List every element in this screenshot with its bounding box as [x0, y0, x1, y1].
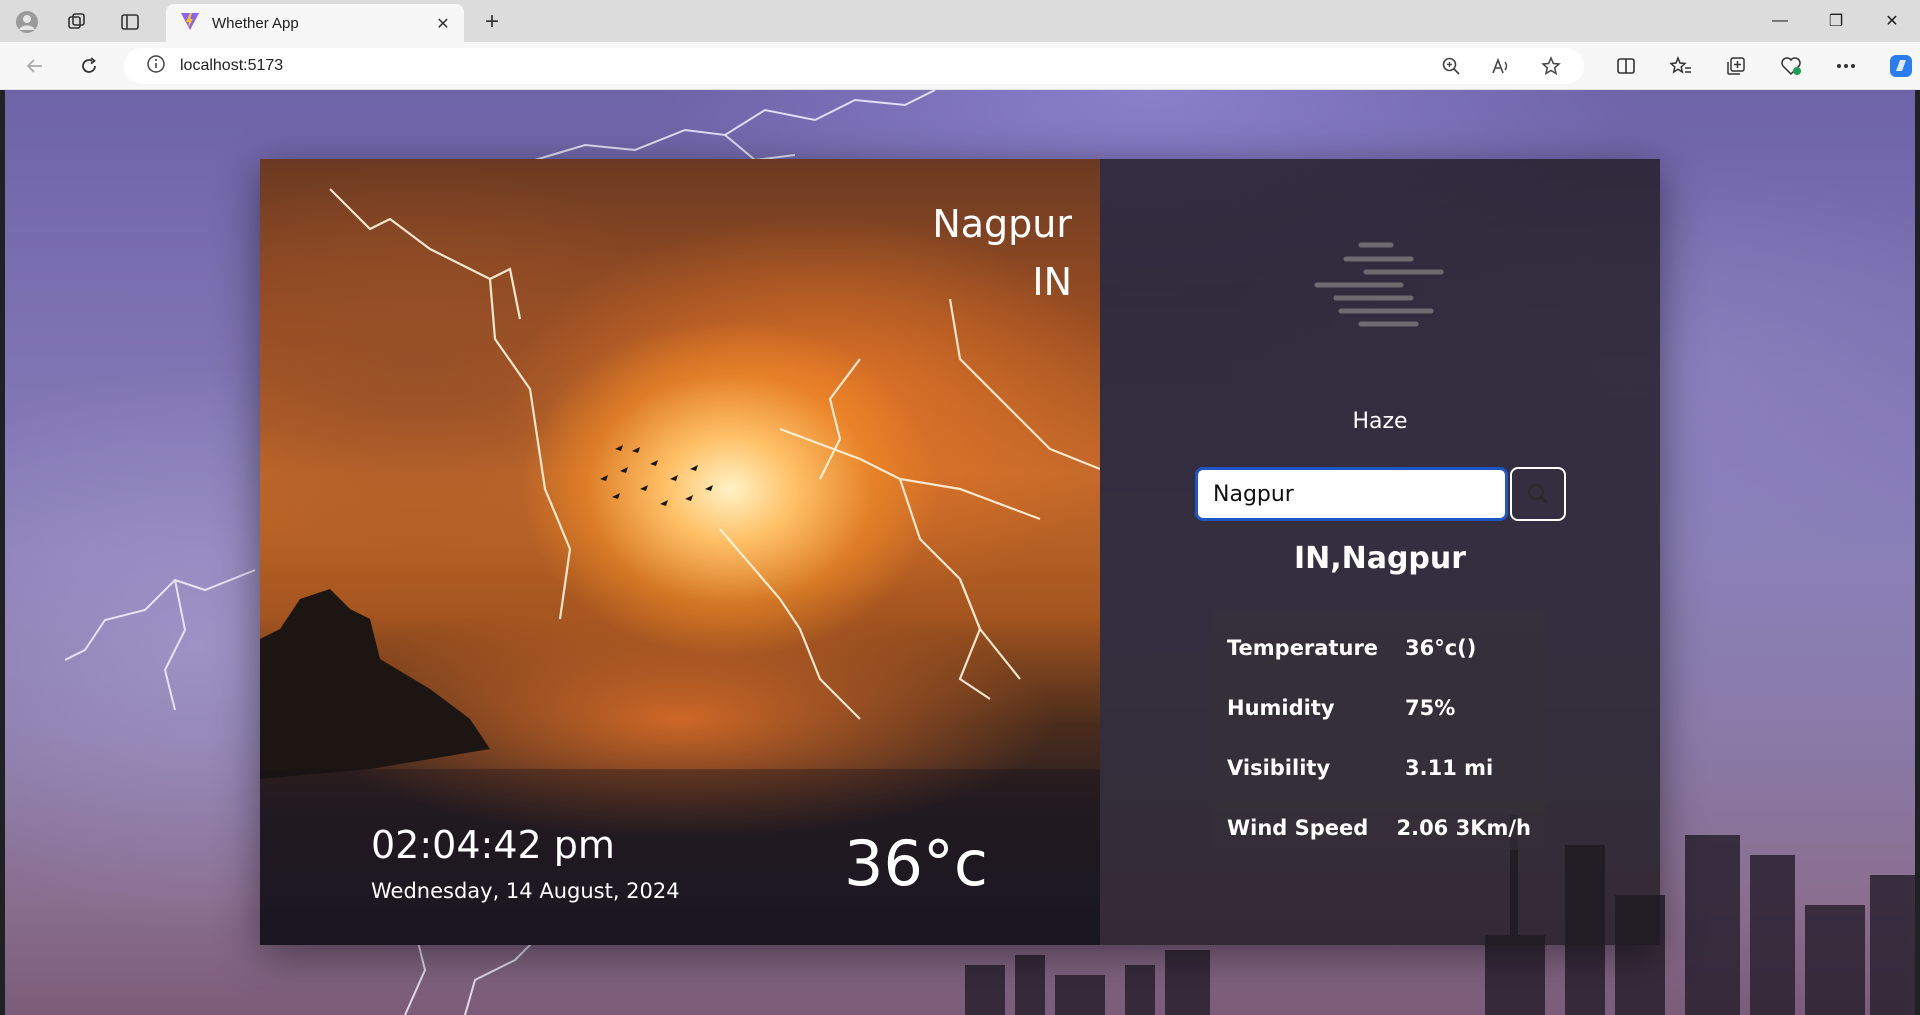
browser-tabstrip: Whether App ✕ + — ❐ ✕: [0, 0, 1920, 42]
search-icon: [1527, 483, 1548, 504]
vite-favicon-icon: [180, 11, 200, 35]
read-aloud-icon[interactable]: [1484, 51, 1518, 81]
profile-icon[interactable]: [14, 9, 40, 35]
address-bar[interactable]: localhost:5173: [124, 48, 1584, 84]
stat-label: Temperature: [1227, 636, 1379, 660]
restore-button[interactable]: ❐: [1808, 0, 1864, 42]
background-lightning-left-icon: [65, 569, 256, 711]
close-tab-icon[interactable]: ✕: [432, 12, 454, 34]
city-search-input[interactable]: [1195, 467, 1508, 521]
stat-row-wind-speed: Wind Speed 2.06 3Km/h: [1227, 798, 1531, 858]
stat-value: 75%: [1405, 696, 1456, 720]
close-window-button[interactable]: ✕: [1864, 0, 1920, 42]
favorites-icon[interactable]: [1653, 48, 1708, 84]
search-form: [1195, 467, 1566, 521]
background-lightning-icon: [534, 90, 936, 162]
search-button[interactable]: [1510, 467, 1566, 521]
page-viewport: Nagpur IN 02:04:42 pm Wednesday, 14 Augu…: [5, 90, 1915, 1015]
city-name: Nagpur: [932, 202, 1072, 246]
url-text[interactable]: localhost:5173: [180, 57, 1434, 75]
current-temperature: 36°c: [844, 827, 988, 900]
stat-value: 2.06 3Km/h: [1396, 816, 1531, 840]
country-code: IN: [1032, 260, 1072, 304]
weather-stats-table: Temperature 36°c() Humidity 75% Visibili…: [1213, 610, 1545, 850]
city-country-label: Nagpur IN: [932, 195, 1072, 311]
current-date: Wednesday, 14 August, 2024: [371, 879, 680, 903]
collections-icon[interactable]: [1708, 48, 1763, 84]
zoom-icon[interactable]: [1434, 51, 1468, 81]
stat-row-temperature: Temperature 36°c(): [1227, 618, 1531, 678]
weather-hero-panel: Nagpur IN 02:04:42 pm Wednesday, 14 Augu…: [260, 159, 1100, 945]
location-heading: IN,Nagpur: [1293, 541, 1467, 576]
workspaces-icon[interactable]: [64, 9, 90, 35]
current-time: 02:04:42 pm: [371, 823, 615, 867]
refresh-icon[interactable]: [73, 50, 105, 82]
browser-toolbar: localhost:5173: [0, 42, 1920, 90]
stat-row-humidity: Humidity 75%: [1227, 678, 1531, 738]
favorite-star-icon[interactable]: [1534, 51, 1568, 81]
copilot-icon[interactable]: [1873, 48, 1920, 84]
stat-row-visibility: Visibility 3.11 mi: [1227, 738, 1531, 798]
weather-condition: Haze: [1352, 409, 1408, 434]
window-controls: — ❐ ✕: [1752, 0, 1920, 42]
browser-right-tools: [1598, 48, 1920, 84]
split-screen-icon[interactable]: [1598, 48, 1653, 84]
weather-app-card: Nagpur IN 02:04:42 pm Wednesday, 14 Augu…: [260, 159, 1660, 945]
haze-icon: [1314, 242, 1444, 327]
stat-label: Visibility: [1227, 756, 1331, 780]
stat-label: Humidity: [1227, 696, 1335, 720]
browser-essentials-icon[interactable]: [1763, 48, 1818, 84]
stat-value: 36°c(): [1405, 636, 1477, 660]
weather-details-panel: Haze IN,Nagpur Temperature 36°c() Humidi…: [1100, 159, 1660, 945]
minimize-button[interactable]: —: [1752, 0, 1808, 42]
vertical-tabs-icon[interactable]: [117, 9, 143, 35]
site-info-icon[interactable]: [146, 54, 166, 78]
active-tab[interactable]: Whether App ✕: [166, 4, 464, 42]
stat-label: Wind Speed: [1227, 816, 1369, 840]
new-tab-button[interactable]: +: [478, 8, 506, 36]
more-options-icon[interactable]: [1818, 48, 1873, 84]
tab-title: Whether App: [212, 14, 299, 32]
stat-value: 3.11 mi: [1405, 756, 1494, 780]
back-arrow-icon[interactable]: [19, 50, 51, 82]
